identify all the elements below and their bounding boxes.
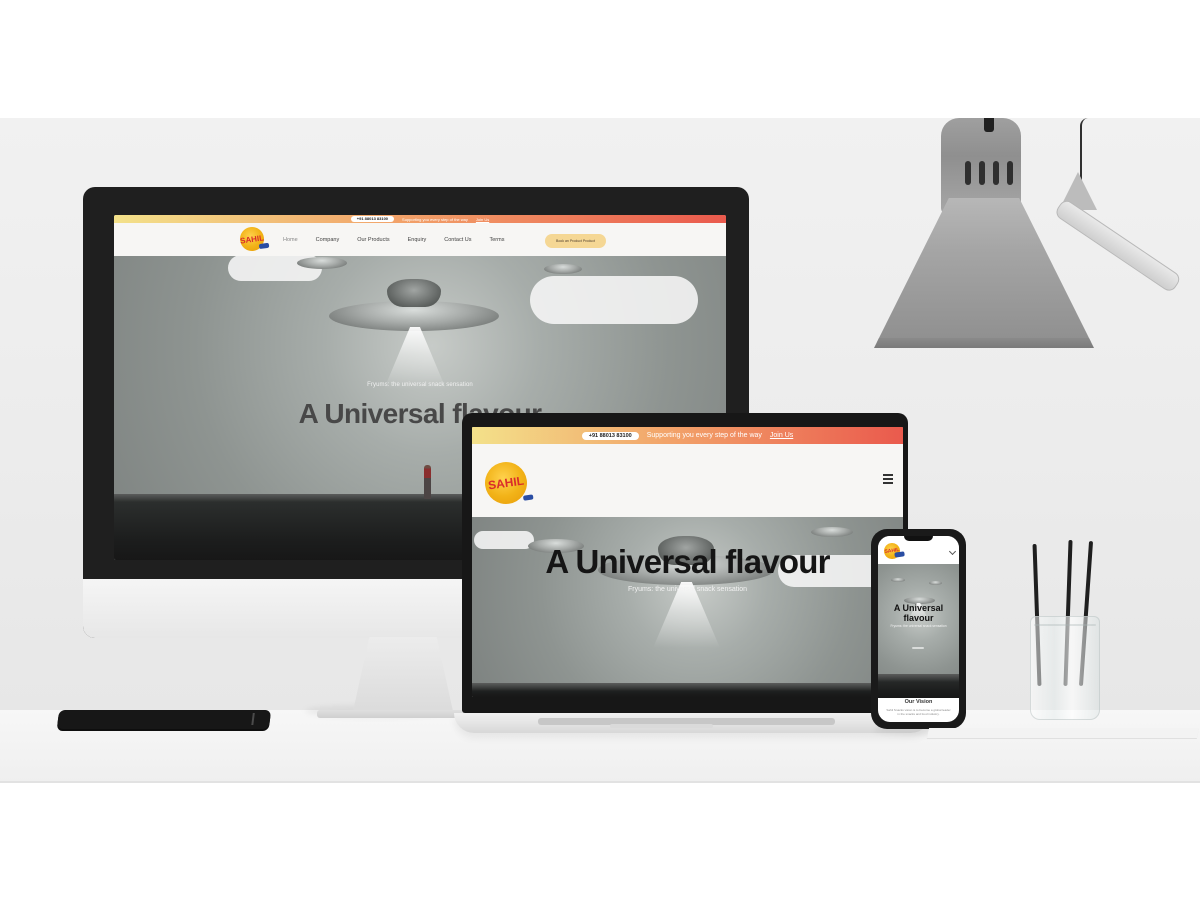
ground-silhouette (472, 683, 903, 697)
primary-cta-button[interactable]: Book an Product Product (545, 234, 606, 248)
laptop-navigation: SAHIL (472, 444, 903, 517)
small-ufo-image (811, 527, 853, 537)
hero-title: A Universal flavour (545, 543, 830, 580)
paper-sheet (926, 728, 1200, 738)
nav-terms-link[interactable]: Terms (490, 237, 505, 243)
carousel-indicator[interactable] (912, 647, 924, 649)
hero-title: A Universal flavour (878, 603, 959, 623)
announcement-bar: +91 88013 83100 Supporting you every ste… (472, 427, 903, 444)
small-ufo-image (297, 257, 347, 269)
laptop-screen: +91 88013 83100 Supporting you every ste… (472, 427, 903, 697)
lamp-vent (979, 161, 985, 185)
announcement-bar: +91 88013 83100 Supporting you every ste… (114, 215, 726, 223)
phone-notch (904, 536, 933, 541)
ground-silhouette (878, 674, 959, 698)
join-us-link[interactable]: Join Us (770, 432, 793, 439)
phone-screen: SAHIL A Universal flavour Fryums: the un… (878, 536, 959, 722)
nav-contact-link[interactable]: Contact Us (444, 237, 471, 243)
small-ufo-image (891, 578, 905, 582)
hero-title-line-2: flavour (903, 613, 934, 623)
brand-logo[interactable]: SAHIL (482, 459, 530, 507)
phone-number-pill[interactable]: +91 88013 83100 (581, 431, 639, 440)
lamp-cap (984, 118, 994, 132)
hamburger-menu-icon[interactable] (883, 474, 893, 484)
nav-company-link[interactable]: Company (316, 237, 340, 243)
cloud (530, 276, 698, 324)
desktop-menu: Home Company Our Products Enquiry Contac… (283, 223, 504, 256)
person-figure (424, 465, 431, 499)
announcement-message: Supporting you every step of the way (402, 216, 468, 222)
our-vision-heading: Our Vision (904, 699, 933, 705)
phone-number-pill[interactable]: +91 88013 83100 (350, 216, 395, 222)
chevron-down-icon[interactable] (948, 547, 957, 556)
hero-title-line-1: A Universal (893, 603, 944, 613)
glass-jar (1030, 616, 1100, 720)
lamp-vent (993, 161, 999, 185)
brand-logo[interactable]: SAHIL (882, 541, 902, 561)
desktop-navigation: SAHIL Home Company Our Products Enquiry … (114, 223, 726, 256)
ufo-dome (387, 279, 441, 307)
our-vision-copy: Sahil Snacks vision is to become a globa… (886, 708, 951, 716)
phone-hero (878, 564, 959, 698)
hero-kicker: Fryums: the universal snack sensation (627, 586, 748, 593)
lamp-vent (1007, 161, 1013, 185)
nav-home-link[interactable]: Home (283, 237, 298, 243)
desk-edge (0, 781, 1200, 783)
nav-products-link[interactable]: Our Products (357, 237, 389, 243)
small-ufo-image (929, 581, 942, 585)
announcement-message: Supporting you every step of the way (646, 432, 762, 439)
notebook (56, 710, 272, 729)
hero-kicker: Fryums: the universal snack sensation (367, 382, 473, 388)
brand-logo[interactable]: SAHIL (238, 225, 266, 253)
small-ufo-image (544, 264, 582, 274)
nav-enquiry-link[interactable]: Enquiry (408, 237, 427, 243)
lamp-vent (965, 161, 971, 185)
join-us-link[interactable]: Join Us (476, 217, 489, 222)
hero-kicker: Fryums: the universal snack sensation (890, 624, 947, 628)
laptop-trackpad (610, 724, 713, 728)
device-mockup-scene: +91 88013 83100 Supporting you every ste… (0, 0, 1200, 900)
